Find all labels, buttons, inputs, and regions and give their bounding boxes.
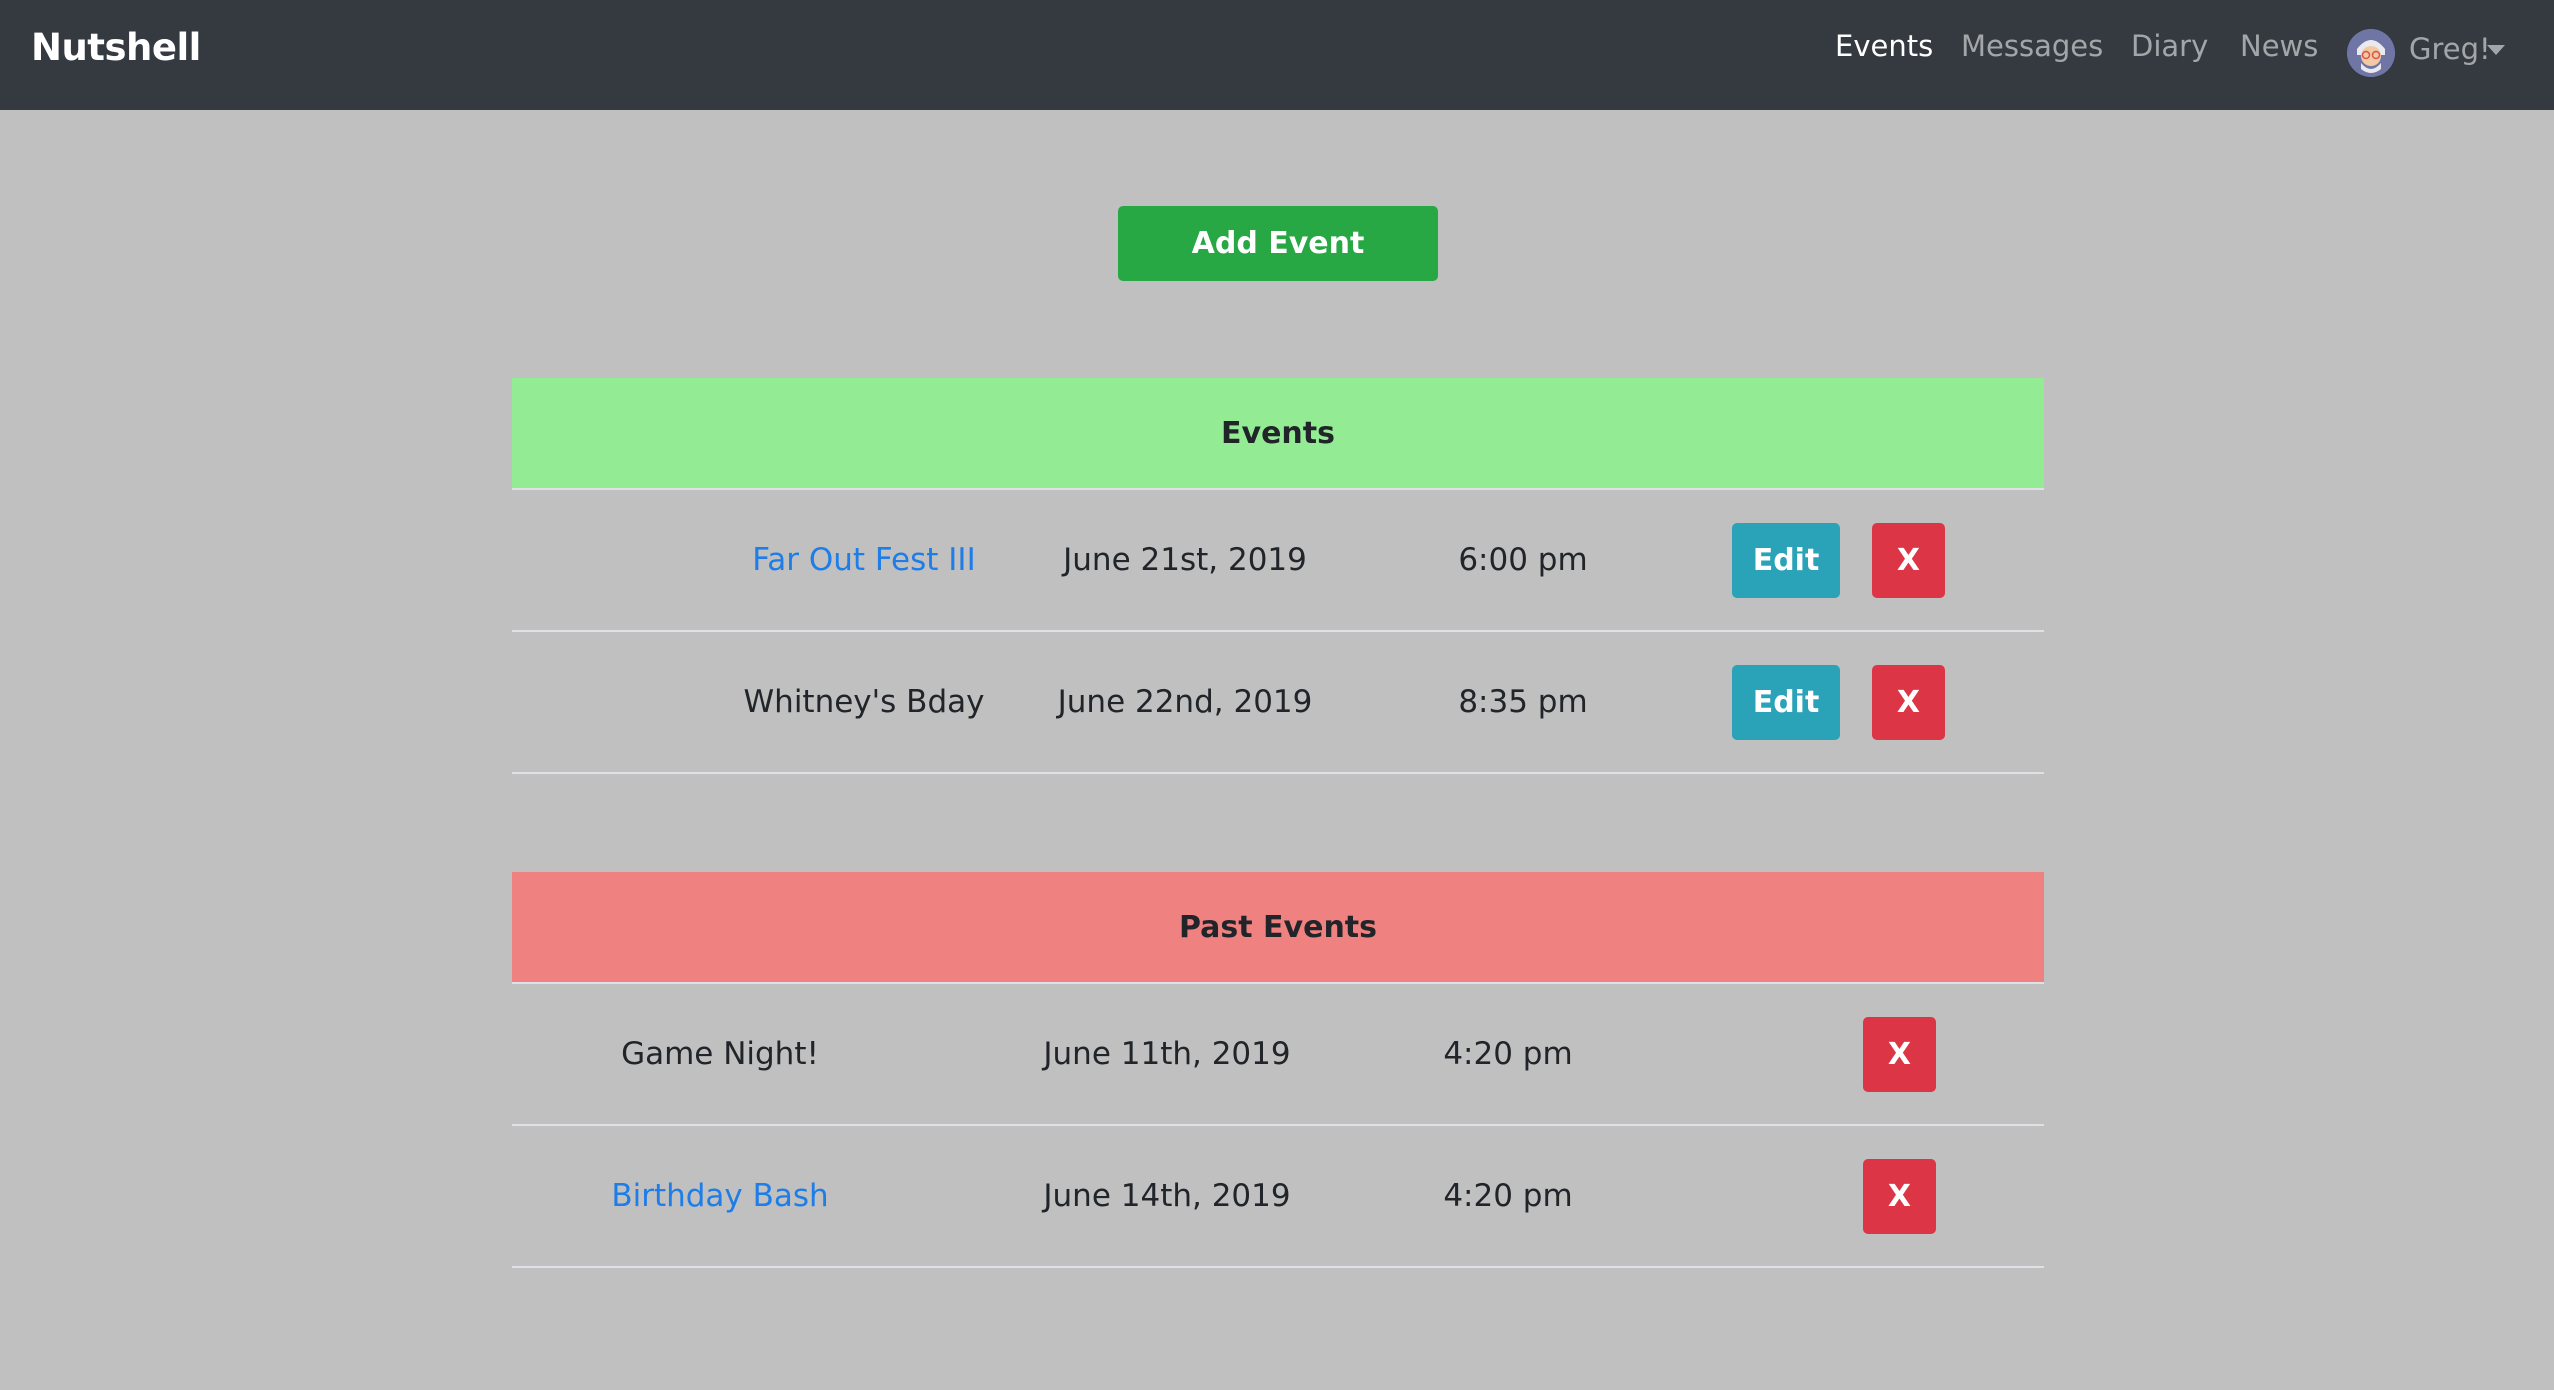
delete-event-button[interactable]: X [1872,523,1945,598]
user-avatar-icon [2347,29,2395,77]
nav-link-news[interactable]: News [2240,29,2318,63]
event-name: Game Night! [621,1036,819,1072]
brand-logo[interactable]: Nutshell [31,26,201,69]
nav-link-messages[interactable]: Messages [1961,29,2103,63]
events-header: Events [512,378,2044,490]
add-event-button[interactable]: Add Event [1118,206,1438,281]
past-event-row: Birthday Bash June 14th, 2019 4:20 pm X [512,1126,2044,1268]
edit-event-button[interactable]: Edit [1732,523,1840,598]
event-name-link[interactable]: Birthday Bash [512,1126,928,1266]
event-row: Far Out Fest III June 21st, 2019 6:00 pm… [512,490,2044,632]
past-event-row: Game Night! June 11th, 2019 4:20 pm X [512,984,2044,1126]
edit-event-button[interactable]: Edit [1732,665,1840,740]
past-events-header: Past Events [512,872,2044,984]
event-time: 6:00 pm [1458,542,1588,578]
delete-event-button[interactable]: X [1872,665,1945,740]
nav-link-diary[interactable]: Diary [2131,29,2208,63]
past-events-section: Past Events Game Night! June 11th, 2019 … [512,872,2044,1268]
user-name: Greg! [2409,32,2491,66]
event-row: Whitney's Bday June 22nd, 2019 8:35 pm E… [512,632,2044,774]
events-section: Events Far Out Fest III June 21st, 2019 … [512,378,2044,774]
nav-link-events[interactable]: Events [1835,29,1933,63]
delete-event-button[interactable]: X [1863,1017,1936,1092]
event-time: 8:35 pm [1458,684,1588,720]
event-time: 4:20 pm [1443,1036,1573,1072]
chevron-down-icon [2487,45,2505,55]
event-time: 4:20 pm [1443,1178,1573,1214]
navbar: Nutshell Events Messages Diary News Greg… [0,0,2554,110]
delete-event-button[interactable]: X [1863,1159,1936,1234]
